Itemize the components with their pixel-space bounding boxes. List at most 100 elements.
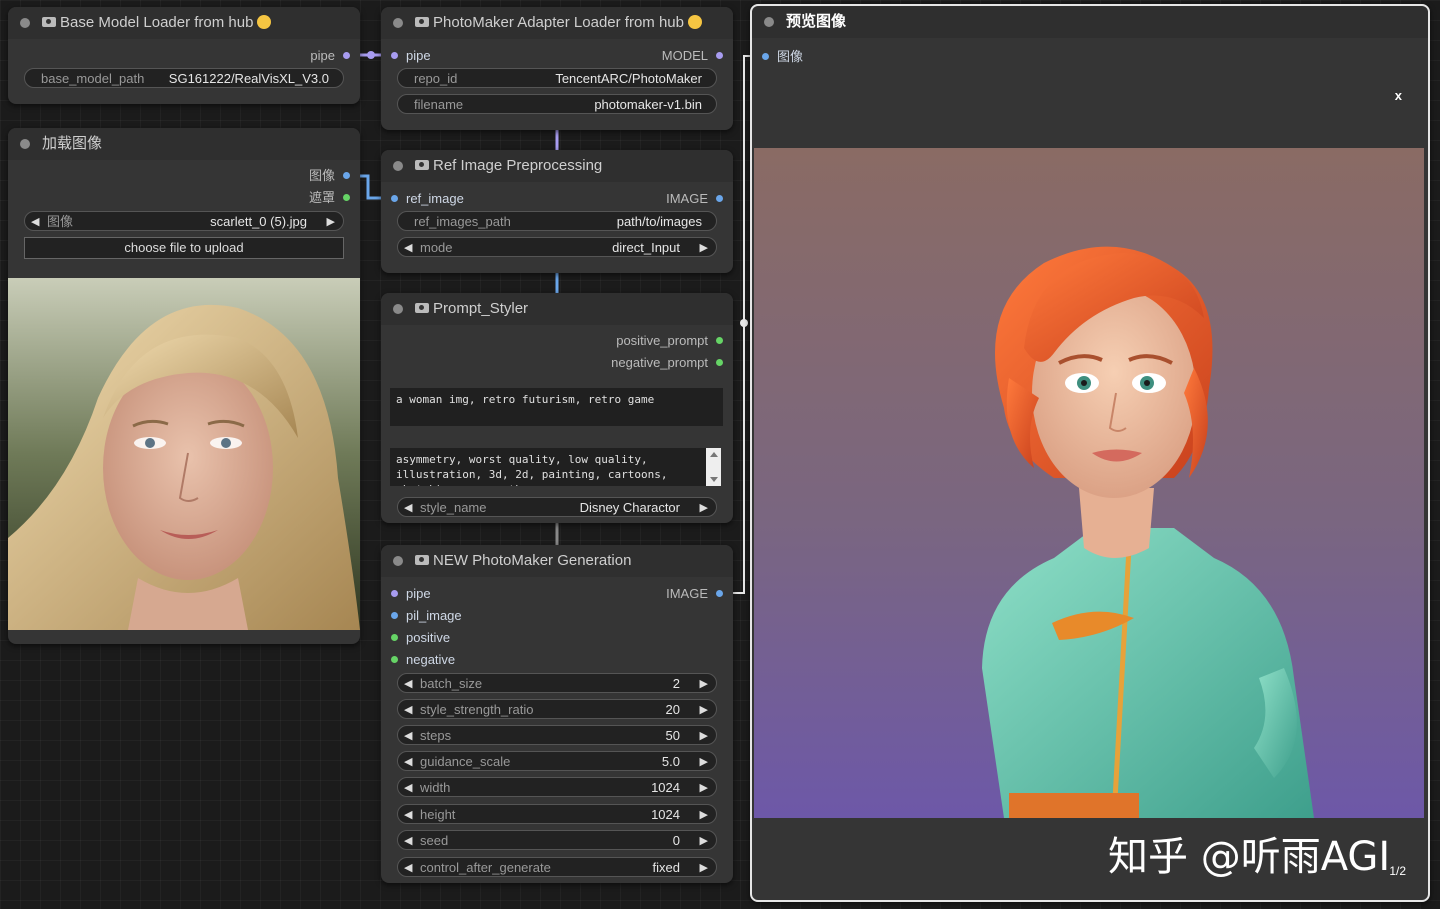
style-strength-ratio-widget[interactable]: ◀ style_strength_ratio 20 ▶	[397, 699, 717, 719]
output-model[interactable]: MODEL	[662, 47, 723, 65]
reference-photo	[8, 278, 360, 630]
scroll-up-icon[interactable]	[710, 452, 718, 457]
node-base-model-loader[interactable]: Base Model Loader from hub pipe base_mod…	[8, 7, 360, 104]
output-image[interactable]: IMAGE	[666, 190, 723, 208]
arrow-left-icon[interactable]: ◀	[404, 858, 412, 878]
node-prompt-styler[interactable]: Prompt_Styler positive_prompt negative_p…	[381, 293, 733, 523]
socket-icon[interactable]	[716, 52, 723, 59]
collapse-dot-icon[interactable]	[20, 139, 30, 149]
batch-size-widget[interactable]: ◀ batch_size 2 ▶	[397, 673, 717, 693]
node-photomaker-adapter-loader[interactable]: PhotoMaker Adapter Loader from hub pipe …	[381, 7, 733, 130]
input-label: negative	[406, 652, 456, 667]
input-image[interactable]: 图像	[762, 48, 803, 66]
collapse-dot-icon[interactable]	[393, 556, 403, 566]
socket-icon[interactable]	[391, 612, 398, 619]
output-positive-prompt[interactable]: positive_prompt	[616, 332, 723, 350]
socket-icon[interactable]	[343, 52, 350, 59]
output-image[interactable]: IMAGE	[666, 585, 723, 603]
input-positive[interactable]: positive	[391, 629, 450, 647]
collapse-dot-icon[interactable]	[764, 17, 774, 27]
socket-icon[interactable]	[343, 194, 350, 201]
ref-images-path-widget[interactable]: ref_images_path path/to/images	[397, 211, 717, 231]
collapse-dot-icon[interactable]	[393, 304, 403, 314]
repo-id-widget[interactable]: repo_id TencentARC/PhotoMaker	[397, 68, 717, 88]
negative-prompt-textarea[interactable]: asymmetry, worst quality, low quality, i…	[390, 448, 710, 486]
arrow-right-icon[interactable]: ▶	[700, 805, 708, 825]
seed-widget[interactable]: ◀ seed 0 ▶	[397, 830, 717, 850]
input-pil-image[interactable]: pil_image	[391, 607, 462, 625]
socket-icon[interactable]	[391, 634, 398, 641]
socket-icon[interactable]	[716, 195, 723, 202]
socket-icon[interactable]	[716, 337, 723, 344]
arrow-right-icon[interactable]: ▶	[700, 498, 708, 518]
node-preview-image[interactable]: 预览图像 图像 x 知乎 @听雨AGI 1/2	[750, 4, 1430, 902]
image-select-widget[interactable]: ◀ 图像 scarlett_0 (5).jpg ▶	[24, 211, 344, 231]
arrow-right-icon[interactable]: ▶	[327, 212, 335, 232]
node-title[interactable]: Ref Image Preprocessing	[381, 150, 733, 182]
textarea-scrollbar[interactable]	[706, 448, 721, 486]
output-mask[interactable]: 遮罩	[309, 189, 350, 207]
arrow-left-icon[interactable]: ◀	[404, 778, 412, 798]
arrow-left-icon[interactable]: ◀	[404, 752, 412, 772]
node-title[interactable]: Base Model Loader from hub	[8, 7, 360, 39]
node-load-image[interactable]: 加载图像 图像 遮罩 ◀ 图像 scarlett_0 (5).jpg ▶ cho…	[8, 128, 360, 644]
arrow-right-icon[interactable]: ▶	[700, 674, 708, 694]
arrow-right-icon[interactable]: ▶	[700, 778, 708, 798]
widget-label: batch_size	[420, 676, 483, 691]
node-ref-image-preprocessing[interactable]: Ref Image Preprocessing ref_image IMAGE …	[381, 150, 733, 273]
node-title[interactable]: 加载图像	[8, 128, 360, 160]
arrow-left-icon[interactable]: ◀	[404, 498, 412, 518]
positive-prompt-textarea[interactable]: a woman img, retro futurism, retro game	[390, 388, 723, 426]
page-indicator: 1/2	[1389, 864, 1406, 878]
node-title[interactable]: NEW PhotoMaker Generation	[381, 545, 733, 577]
socket-icon[interactable]	[716, 590, 723, 597]
arrow-left-icon[interactable]: ◀	[31, 212, 39, 232]
input-ref-image[interactable]: ref_image	[391, 190, 464, 208]
output-label: pipe	[310, 48, 335, 63]
arrow-right-icon[interactable]: ▶	[700, 858, 708, 878]
arrow-left-icon[interactable]: ◀	[404, 805, 412, 825]
base-model-path-widget[interactable]: base_model_path SG161222/RealVisXL_V3.0	[24, 68, 344, 88]
close-button[interactable]: x	[1395, 88, 1402, 103]
height-widget[interactable]: ◀ height 1024 ▶	[397, 804, 717, 824]
steps-widget[interactable]: ◀ steps 50 ▶	[397, 725, 717, 745]
socket-icon[interactable]	[391, 656, 398, 663]
node-title[interactable]: Prompt_Styler	[381, 293, 733, 325]
socket-icon[interactable]	[716, 359, 723, 366]
arrow-left-icon[interactable]: ◀	[404, 238, 412, 258]
output-image[interactable]: 图像	[309, 167, 350, 185]
input-pipe[interactable]: pipe	[391, 585, 431, 603]
control-after-generate-widget[interactable]: ◀ control_after_generate fixed ▶	[397, 857, 717, 877]
arrow-right-icon[interactable]: ▶	[700, 238, 708, 258]
filename-widget[interactable]: filename photomaker-v1.bin	[397, 94, 717, 114]
input-negative[interactable]: negative	[391, 651, 455, 669]
arrow-right-icon[interactable]: ▶	[700, 700, 708, 720]
socket-icon[interactable]	[343, 172, 350, 179]
arrow-left-icon[interactable]: ◀	[404, 831, 412, 851]
output-pipe[interactable]: pipe	[310, 47, 350, 65]
arrow-right-icon[interactable]: ▶	[700, 726, 708, 746]
arrow-left-icon[interactable]: ◀	[404, 726, 412, 746]
collapse-dot-icon[interactable]	[393, 161, 403, 171]
width-widget[interactable]: ◀ width 1024 ▶	[397, 777, 717, 797]
socket-icon[interactable]	[391, 195, 398, 202]
socket-icon[interactable]	[391, 590, 398, 597]
arrow-left-icon[interactable]: ◀	[404, 700, 412, 720]
socket-icon[interactable]	[762, 53, 769, 60]
upload-button[interactable]: choose file to upload	[24, 237, 344, 259]
arrow-right-icon[interactable]: ▶	[700, 831, 708, 851]
guidance-scale-widget[interactable]: ◀ guidance_scale 5.0 ▶	[397, 751, 717, 771]
input-pipe[interactable]: pipe	[391, 47, 431, 65]
collapse-dot-icon[interactable]	[20, 18, 30, 28]
node-photomaker-generation[interactable]: NEW PhotoMaker Generation pipe IMAGE pil…	[381, 545, 733, 883]
node-title[interactable]: 预览图像	[752, 6, 1428, 38]
collapse-dot-icon[interactable]	[393, 18, 403, 28]
node-title[interactable]: PhotoMaker Adapter Loader from hub	[381, 7, 733, 39]
mode-widget[interactable]: ◀ mode direct_Input ▶	[397, 237, 717, 257]
scroll-down-icon[interactable]	[710, 477, 718, 482]
arrow-left-icon[interactable]: ◀	[404, 674, 412, 694]
output-negative-prompt[interactable]: negative_prompt	[611, 354, 723, 372]
arrow-right-icon[interactable]: ▶	[700, 752, 708, 772]
style-name-widget[interactable]: ◀ style_name Disney Charactor ▶	[397, 497, 717, 517]
socket-icon[interactable]	[391, 52, 398, 59]
